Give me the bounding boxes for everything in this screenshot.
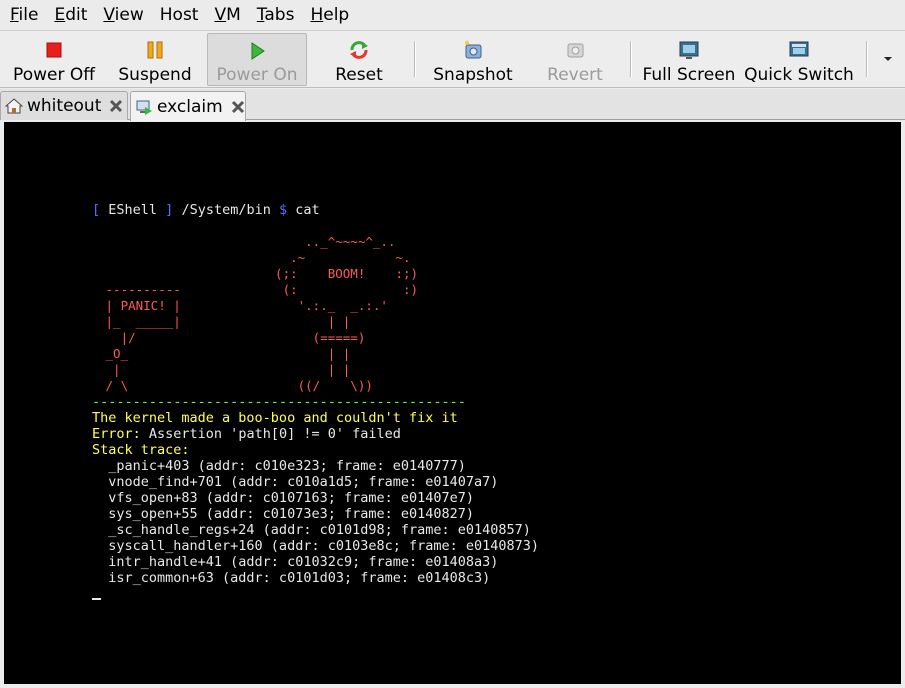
stack-trace-line: vfs_open+83 (addr: c0107163; frame: e014…: [92, 490, 475, 506]
error-line: Error: Assertion 'path[0] != 0' failed: [92, 426, 401, 442]
revert-icon: [564, 39, 586, 61]
snapshot-label: Snapshot: [433, 65, 513, 85]
tab-label: exclaim: [157, 96, 223, 117]
power-on-label: Power On: [216, 65, 298, 85]
text-cursor: [92, 598, 101, 600]
stack-trace-line: vnode_find+701 (addr: c010a1d5; frame: e…: [92, 474, 499, 490]
quick-switch-label: Quick Switch: [744, 65, 854, 85]
reset-icon: [348, 39, 370, 61]
close-icon[interactable]: [231, 99, 245, 115]
power-on-button[interactable]: Power On: [207, 33, 307, 86]
power-off-label: Power Off: [13, 65, 95, 85]
stack-trace-label: Stack trace:: [92, 442, 190, 458]
divider-line: ----------------------------------------…: [92, 394, 466, 410]
tab-label: whiteout: [27, 96, 102, 116]
home-icon: [5, 96, 23, 116]
toolbar-overflow-arrow-icon[interactable]: [880, 51, 898, 69]
revert-label: Revert: [547, 65, 603, 85]
reset-button[interactable]: Reset: [318, 33, 400, 86]
revert-button[interactable]: Revert: [536, 33, 614, 86]
menu-edit[interactable]: Edit: [44, 0, 93, 30]
menu-vm[interactable]: VM: [204, 0, 246, 30]
toolbar-separator: [414, 41, 416, 77]
menu-file[interactable]: File: [0, 0, 44, 30]
tab-exclaim[interactable]: exclaim: [130, 91, 246, 121]
tab-whiteout[interactable]: whiteout: [0, 91, 128, 120]
full-screen-icon: [678, 39, 700, 61]
ascii-panic-sign: ---------- | PANIC! | |_ _____| |/ _O_ |…: [105, 282, 181, 393]
toolbar-separator: [630, 41, 632, 77]
full-screen-button[interactable]: Full Screen: [642, 33, 736, 86]
vm-tab-bar: whiteout exclaim: [0, 89, 905, 121]
ascii-boom-cloud: .._^~~~~^_.. .~ ~. (;: BOOM! :;) (: :) '…: [275, 234, 419, 393]
pause-icon: [144, 39, 166, 61]
stack-trace-line: _panic+403 (addr: c010e323; frame: e0140…: [92, 458, 466, 474]
stack-trace-line: sys_open+55 (addr: c01073e3; frame: e014…: [92, 506, 475, 522]
suspend-label: Suspend: [118, 65, 192, 85]
stack-trace-line: _sc_handle_regs+24 (addr: c0101d98; fram…: [92, 522, 531, 538]
shell-prompt: [ EShell ] /System/bin $ cat: [92, 202, 320, 218]
full-screen-label: Full Screen: [642, 65, 736, 85]
stack-trace-line: intr_handle+41 (addr: c01032c9; frame: e…: [92, 554, 499, 570]
close-icon[interactable]: [109, 98, 123, 114]
play-icon: [246, 40, 268, 61]
toolbar-separator: [866, 41, 868, 77]
menu-bar: File Edit View Host VM Tabs Help: [0, 0, 905, 30]
reset-label: Reset: [335, 65, 383, 85]
menu-host[interactable]: Host: [150, 0, 205, 30]
stack-trace-line: isr_common+63 (addr: c0101d03; frame: e0…: [92, 570, 491, 586]
snapshot-icon: [462, 39, 484, 61]
snapshot-button[interactable]: Snapshot: [428, 33, 518, 86]
menu-tabs[interactable]: Tabs: [247, 0, 301, 30]
stop-icon: [43, 39, 65, 61]
menu-help[interactable]: Help: [300, 0, 355, 30]
toolbar: Power Off Suspend Power On Reset Snapsho…: [0, 30, 905, 88]
power-off-button[interactable]: Power Off: [6, 33, 102, 86]
quick-switch-icon: [788, 39, 810, 61]
vm-console-screen[interactable]: [ EShell ] /System/bin $ cat ---------- …: [4, 122, 901, 684]
panic-headline: The kernel made a boo-boo and couldn't f…: [92, 410, 458, 426]
menu-view[interactable]: View: [93, 0, 149, 30]
vm-icon: [135, 97, 153, 117]
stack-trace-line: syscall_handler+160 (addr: c0103e8c; fra…: [92, 538, 540, 554]
suspend-button[interactable]: Suspend: [110, 33, 200, 86]
quick-switch-button[interactable]: Quick Switch: [744, 33, 854, 86]
